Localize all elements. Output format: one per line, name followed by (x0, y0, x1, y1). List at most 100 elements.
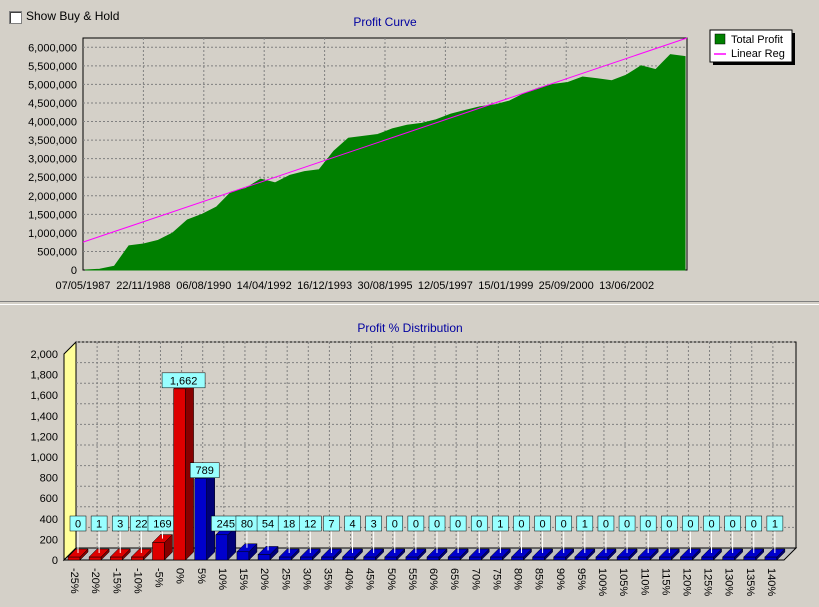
data-label: 18 (283, 519, 295, 531)
x-tick-label: -25% (68, 568, 80, 594)
x-tick-label: 50% (385, 568, 397, 590)
bar (257, 554, 271, 561)
x-tick-label: -10% (131, 568, 143, 594)
bar (637, 556, 651, 561)
bar (659, 556, 672, 561)
data-label: 12 (304, 519, 316, 531)
data-label: 1,662 (170, 375, 198, 387)
x-tick-label: 70% (469, 568, 481, 590)
bar (680, 556, 693, 561)
y-tick-label: 5,500,000 (28, 61, 77, 73)
bar (553, 556, 566, 561)
data-label: 0 (603, 519, 609, 531)
x-tick-label: 80% (512, 568, 524, 590)
x-tick-label: 12/05/1997 (418, 280, 473, 292)
bar (532, 556, 545, 561)
x-tick-label: 100% (596, 568, 608, 596)
x-tick-label: -20% (89, 568, 101, 594)
data-label: 3 (371, 519, 377, 531)
data-label: 245 (217, 519, 235, 531)
x-tick-label: 65% (448, 568, 460, 590)
data-label: 80 (241, 519, 253, 531)
x-tick-label: 55% (406, 568, 418, 590)
chart-title: Profit Curve (353, 15, 417, 29)
panel-splitter[interactable] (0, 301, 819, 305)
data-label: 1 (96, 519, 102, 531)
bar (152, 542, 165, 561)
y-tick-label: 1,000,000 (28, 228, 77, 240)
y-tick-label: 600 (40, 493, 58, 505)
x-tick-label: 20% (258, 568, 270, 590)
x-tick-label: 135% (744, 568, 756, 596)
chart-title: Profit % Distribution (357, 321, 462, 335)
x-tick-label: 60% (427, 568, 439, 590)
bar (173, 388, 186, 561)
data-label: 0 (392, 519, 398, 531)
y-tick-label: 1,600 (30, 390, 58, 402)
bar (701, 556, 714, 561)
data-label: 789 (196, 465, 214, 477)
x-tick-label: 130% (723, 568, 735, 596)
x-tick-label: 95% (575, 568, 587, 590)
bar (574, 556, 588, 561)
x-tick-label: 10% (216, 568, 228, 590)
data-label: 0 (666, 519, 672, 531)
bar (194, 478, 207, 561)
data-label: 0 (476, 519, 482, 531)
bar (468, 556, 482, 561)
y-tick-label: 0 (71, 265, 77, 277)
bar (616, 556, 630, 561)
bar (342, 556, 355, 561)
y-tick-label: 1,500,000 (28, 209, 77, 221)
x-tick-label: 07/05/1987 (55, 280, 110, 292)
x-tick-label: 06/08/1990 (176, 280, 231, 292)
data-label: 4 (349, 519, 355, 531)
bar (300, 556, 313, 561)
data-label: 1 (772, 519, 778, 531)
bar (764, 556, 778, 561)
data-label: 169 (153, 519, 171, 531)
y-tick-label: 2,000 (30, 349, 58, 361)
bar (595, 556, 609, 561)
data-label: 0 (687, 519, 693, 531)
y-tick-label: 6,000,000 (28, 42, 77, 54)
legend-total-profit-label: Total Profit (731, 34, 783, 46)
x-tick-label: 85% (533, 568, 545, 590)
x-tick-label: 13/06/2002 (599, 280, 654, 292)
legend-linear-reg-label: Linear Reg (731, 48, 785, 60)
data-label: 0 (624, 519, 630, 531)
y-tick-label: 5,000,000 (28, 79, 77, 91)
profit-distribution-chart: Profit % Distribution02004006008001,0001… (30, 321, 798, 596)
x-tick-label: 45% (364, 568, 376, 590)
y-tick-label: 1,400 (30, 411, 58, 423)
x-tick-label: 30/08/1995 (357, 280, 412, 292)
y-tick-label: 4,500,000 (28, 98, 77, 110)
x-tick-label: 90% (554, 568, 566, 590)
profit-curve-chart: Profit Curve 0 500,000 1,000,000 1,500,000 2,… (28, 15, 795, 292)
data-label: 0 (413, 519, 419, 531)
y-tick-label: 2,000,000 (28, 191, 77, 203)
bar (363, 556, 376, 561)
data-label: 1 (497, 519, 503, 531)
bar (447, 556, 461, 561)
y-tick-label: 3,500,000 (28, 135, 77, 147)
data-label: 0 (751, 519, 757, 531)
x-tick-label: -15% (110, 568, 122, 594)
data-label: 0 (708, 519, 714, 531)
bar (384, 556, 398, 561)
data-label: 1 (582, 519, 588, 531)
x-tick-label: 15% (237, 568, 249, 590)
data-label: 0 (434, 519, 440, 531)
bar (131, 556, 144, 561)
x-tick-label: 16/12/1993 (297, 280, 352, 292)
x-tick-label: 110% (638, 568, 650, 596)
y-tick-label: 1,800 (30, 370, 58, 382)
data-label: 0 (455, 519, 461, 531)
x-tick-label: 35% (322, 568, 334, 590)
x-tick-label: 0% (174, 568, 186, 584)
legend-total-profit-swatch (714, 33, 726, 45)
x-tick-label: 22/11/1988 (116, 280, 170, 292)
x-tick-label: 14/04/1992 (237, 280, 292, 292)
y-tick-label: 200 (40, 534, 58, 546)
bar (405, 556, 419, 561)
